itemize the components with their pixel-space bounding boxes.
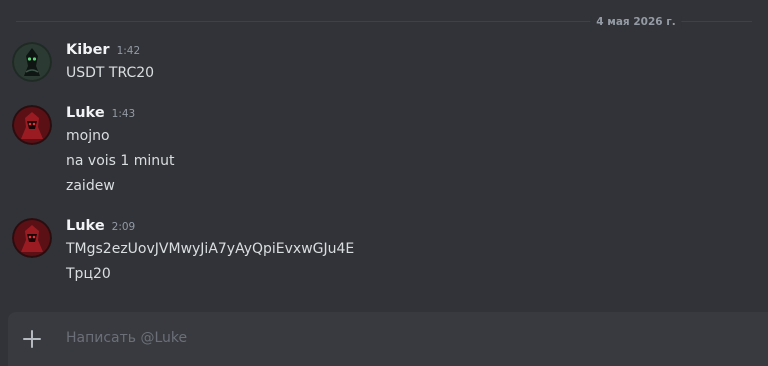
message-text: na vois 1 minut xyxy=(66,153,175,169)
username[interactable]: Luke xyxy=(66,105,105,121)
username[interactable]: Luke xyxy=(66,218,105,234)
avatar[interactable] xyxy=(12,218,52,258)
timestamp[interactable]: 1:42 xyxy=(117,45,141,57)
avatar-image-icon xyxy=(12,42,52,82)
timestamp[interactable]: 1:43 xyxy=(112,108,136,120)
date-divider-label: 4 мая 2026 г. xyxy=(590,15,682,29)
message-text: zaidew xyxy=(66,178,115,194)
message-text: Трц20 xyxy=(66,266,111,282)
message-header: Luke 1:43 xyxy=(66,105,135,125)
username[interactable]: Kiber xyxy=(66,42,110,58)
message-text: mojno xyxy=(66,128,110,144)
avatar[interactable] xyxy=(12,105,52,145)
chat-view: 4 мая 2026 г. Kiber 1:42 USDT TRC20 Luke… xyxy=(0,0,768,366)
message-header: Kiber 1:42 xyxy=(66,42,140,62)
message-input[interactable] xyxy=(66,326,666,350)
avatar-image-icon xyxy=(12,218,52,258)
timestamp[interactable]: 2:09 xyxy=(112,221,136,233)
message-text: TMgs2ezUovJVMwyJiA7yAyQpiEvxwGJu4E xyxy=(66,241,355,257)
message-text: USDT TRC20 xyxy=(66,65,155,81)
message-header: Luke 2:09 xyxy=(66,218,135,238)
message-composer xyxy=(8,312,768,366)
avatar-image-icon xyxy=(12,105,52,145)
add-attachment-button[interactable] xyxy=(20,327,44,351)
avatar[interactable] xyxy=(12,42,52,82)
plus-icon xyxy=(23,330,41,348)
